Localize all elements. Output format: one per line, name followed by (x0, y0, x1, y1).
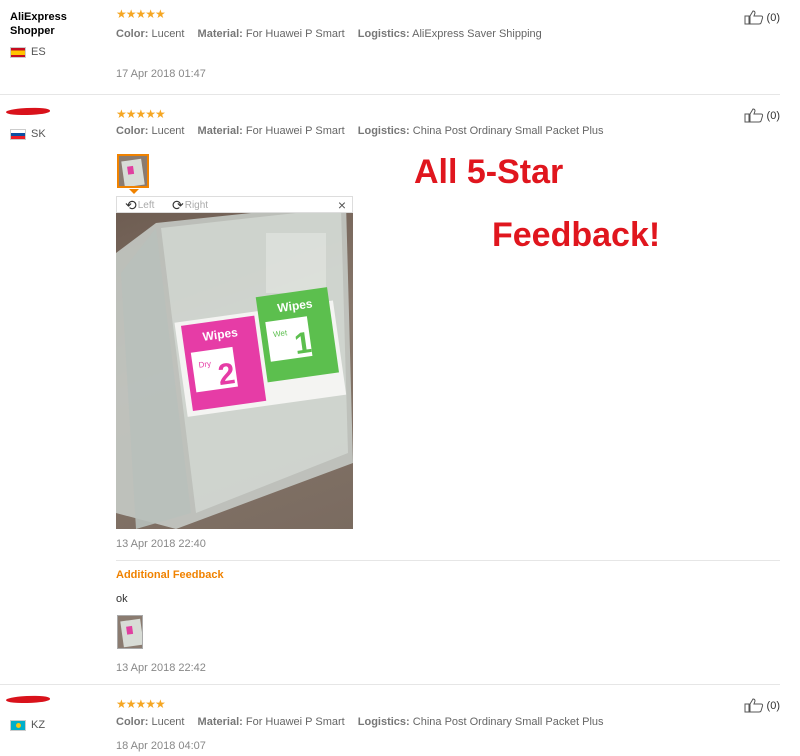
additional-feedback-text: ok (116, 593, 128, 605)
logistics-value: China Post Ordinary Small Packet Plus (412, 716, 604, 728)
rotate-left-label: Left (137, 199, 155, 211)
country-code: ES (31, 46, 46, 58)
star-rating: ★★★★★ (116, 7, 166, 21)
photo-viewer: ⟲ Left ⟳ Right × Wipes Wipes Dry 2 Wet 1 (116, 196, 353, 529)
flag-es-icon (10, 46, 26, 58)
review-date: 13 Apr 2018 22:40 (116, 538, 206, 550)
thumbs-up-icon (744, 10, 763, 25)
rotate-left-icon: ⟲ (125, 197, 137, 213)
color-value: Lucent (151, 716, 185, 728)
logistics-label: Logistics: (357, 28, 410, 40)
review-item: KZ ★★★★★ Color: Lucent Material: For Hua… (0, 686, 780, 756)
helpful-button[interactable]: (0) (744, 698, 780, 713)
rotate-right-button[interactable]: ⟳ Right (172, 198, 208, 212)
redacted-username (5, 106, 51, 117)
reviewer-name: AliExpress Shopper (10, 11, 67, 37)
country-code: KZ (31, 719, 46, 731)
rotate-left-button[interactable]: ⟲ Left (125, 198, 154, 212)
promo-text-line-1: All 5-Star (414, 153, 564, 191)
logistics-label: Logistics: (357, 125, 410, 137)
material-label: Material: (197, 28, 243, 40)
review-photo-image: Wipes Wipes Dry 2 Wet 1 (116, 213, 353, 529)
helpful-count: (0) (766, 11, 780, 24)
additional-photo-thumbnail[interactable] (117, 615, 143, 649)
helpful-button[interactable]: (0) (744, 108, 780, 123)
thumbs-up-icon (744, 698, 763, 713)
reviewer-country: SK (10, 128, 46, 140)
rotate-right-icon: ⟳ (172, 197, 184, 213)
rotate-right-label: Right (184, 199, 209, 211)
flag-kz-icon (10, 719, 26, 731)
helpful-count: (0) (766, 699, 780, 712)
material-value: For Huawei P Smart (245, 125, 345, 137)
photo-viewer-toolbar: ⟲ Left ⟳ Right × (116, 196, 353, 213)
reviewer-country: KZ (10, 719, 45, 731)
helpful-button[interactable]: (0) (744, 10, 780, 25)
material-label: Material: (197, 716, 243, 728)
color-label: Color: (116, 28, 149, 40)
divider (116, 560, 780, 561)
material-label: Material: (197, 125, 243, 137)
logistics-value: China Post Ordinary Small Packet Plus (412, 125, 604, 137)
logistics-label: Logistics: (357, 716, 410, 728)
review-photo-thumbnail[interactable] (117, 154, 149, 188)
color-label: Color: (116, 716, 149, 728)
redacted-username (5, 694, 51, 705)
photo-dry-label: Dry (198, 359, 212, 370)
logistics-value: AliExpress Saver Shipping (412, 28, 542, 40)
country-code: SK (31, 128, 46, 140)
helpful-count: (0) (766, 109, 780, 122)
review-item: SK ★★★★★ Color: Lucent Material: For Hua… (0, 96, 780, 685)
review-item: AliExpress Shopper ES ★★★★★ Color: Lucen… (0, 0, 780, 95)
product-attributes: Color: Lucent Material: For Huawei P Sma… (116, 125, 614, 137)
close-icon[interactable]: × (338, 197, 346, 213)
reviewer-country: ES (10, 46, 46, 58)
star-rating: ★★★★★ (116, 697, 166, 711)
color-label: Color: (116, 125, 149, 137)
review-date: 17 Apr 2018 01:47 (116, 68, 206, 80)
product-attributes: Color: Lucent Material: For Huawei P Sma… (116, 716, 614, 728)
flag-sk-icon (10, 128, 26, 140)
thumbs-up-icon (744, 108, 763, 123)
star-rating: ★★★★★ (116, 107, 166, 121)
color-value: Lucent (151, 28, 185, 40)
additional-feedback-title: Additional Feedback (116, 569, 224, 581)
additional-feedback-date: 13 Apr 2018 22:42 (116, 662, 206, 674)
review-photo: Wipes Wipes Dry 2 Wet 1 (116, 213, 353, 529)
product-attributes: Color: Lucent Material: For Huawei P Sma… (116, 28, 552, 40)
promo-text-line-2: Feedback! (492, 216, 661, 254)
color-value: Lucent (151, 125, 185, 137)
review-date: 18 Apr 2018 04:07 (116, 740, 206, 752)
material-value: For Huawei P Smart (245, 28, 345, 40)
material-value: For Huawei P Smart (245, 716, 345, 728)
selected-thumbnail-caret (129, 189, 139, 194)
